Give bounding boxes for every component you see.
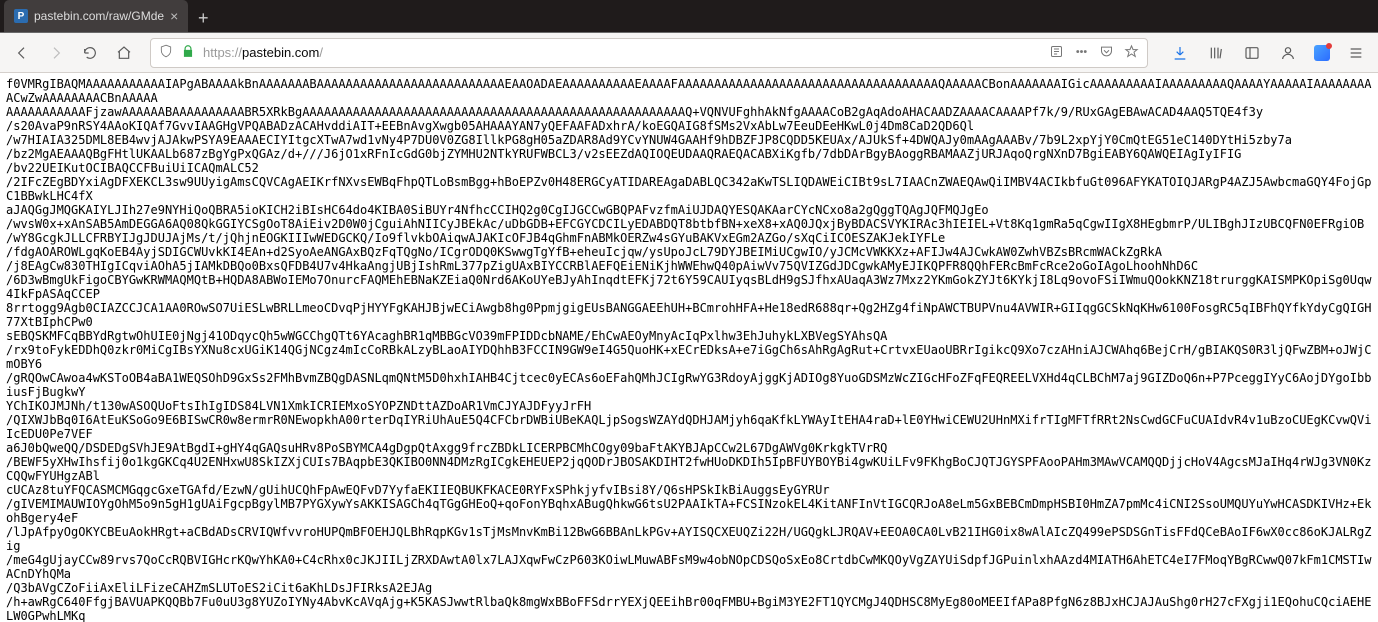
tab-title: pastebin.com/raw/GMde: [34, 9, 164, 23]
extension-button[interactable]: [1308, 39, 1336, 67]
browser-tab[interactable]: P pastebin.com/raw/GMde ×: [4, 0, 188, 32]
tracking-shield-icon[interactable]: [159, 44, 173, 61]
pocket-icon[interactable]: [1099, 44, 1114, 62]
lock-icon[interactable]: [181, 44, 195, 61]
account-button[interactable]: [1272, 37, 1304, 69]
tab-bar: P pastebin.com/raw/GMde × +: [0, 0, 1378, 32]
url-bar[interactable]: https://pastebin.com/: [150, 38, 1148, 68]
new-tab-button[interactable]: +: [188, 4, 218, 32]
sidebar-button[interactable]: [1236, 37, 1268, 69]
url-path: /: [319, 45, 323, 60]
bookmark-star-icon[interactable]: [1124, 44, 1139, 62]
reader-mode-icon[interactable]: [1049, 44, 1064, 62]
reload-button[interactable]: [74, 37, 106, 69]
raw-text-block[interactable]: f0VMRgIBAQMAAAAAAAAAAAIAPgABAAAAkBnAAAAA…: [0, 73, 1378, 622]
navigation-toolbar: https://pastebin.com/: [0, 33, 1378, 73]
library-button[interactable]: [1200, 37, 1232, 69]
url-host: pastebin.com: [242, 45, 319, 60]
home-button[interactable]: [108, 37, 140, 69]
back-button[interactable]: [6, 37, 38, 69]
forward-button[interactable]: [40, 37, 72, 69]
page-content: f0VMRgIBAQMAAAAAAAAAAAIAPgABAAAAkBnAAAAA…: [0, 73, 1378, 622]
downloads-button[interactable]: [1164, 37, 1196, 69]
close-tab-icon[interactable]: ×: [170, 9, 178, 23]
page-action-dots-icon[interactable]: [1074, 44, 1089, 62]
url-text: https://pastebin.com/: [203, 45, 1041, 60]
app-menu-button[interactable]: [1340, 37, 1372, 69]
tab-favicon: P: [14, 9, 28, 23]
url-scheme: https://: [203, 45, 242, 60]
